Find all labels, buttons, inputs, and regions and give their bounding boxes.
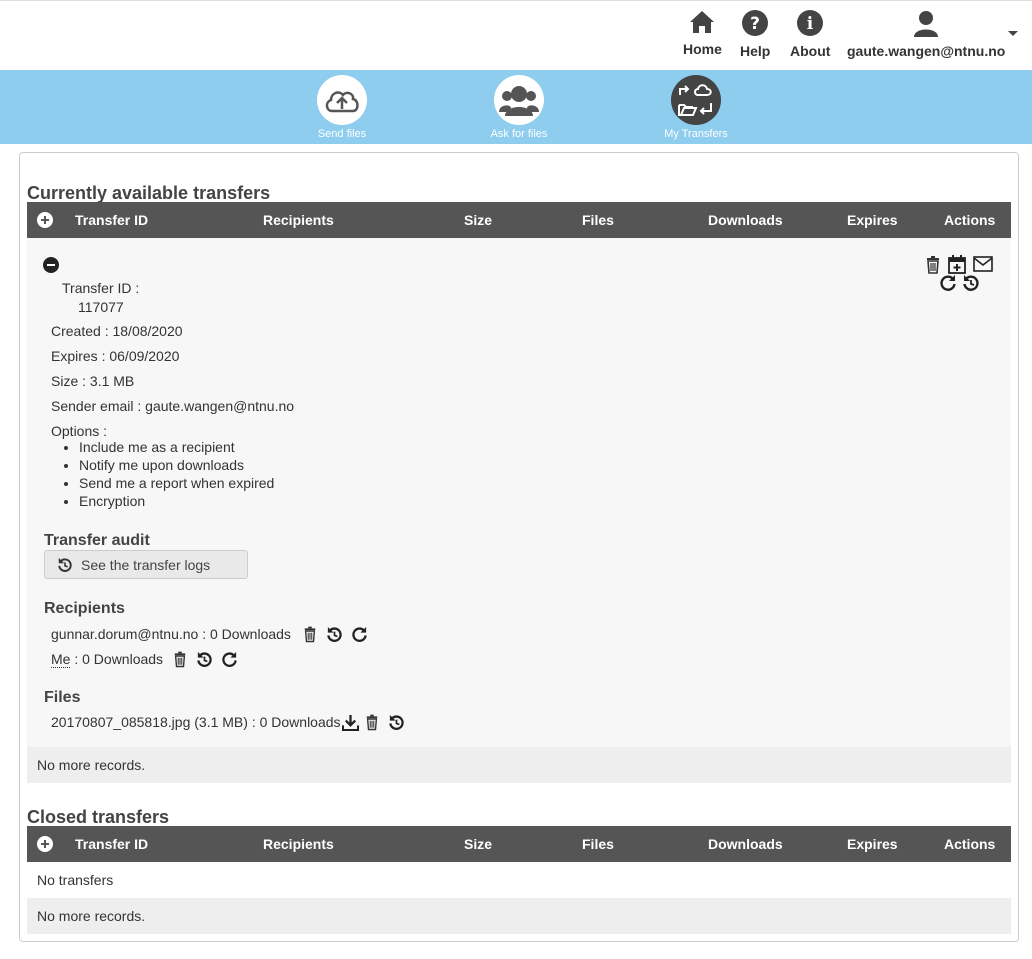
col-downloads[interactable]: Downloads <box>708 836 783 852</box>
info-icon: i <box>797 10 824 36</box>
delete-recipient-icon[interactable] <box>173 651 187 668</box>
history-icon[interactable] <box>388 714 405 731</box>
no-more-records-text: No more records. <box>37 757 146 773</box>
transfer-detail: Transfer ID : 117077 Created : 18/08/202… <box>27 238 1011 748</box>
file-row: 20170807_085818.jpg (3.1 MB) : 0 Downloa… <box>51 714 341 730</box>
col-transfer-id[interactable]: Transfer ID <box>75 212 148 228</box>
delete-transfer-icon[interactable] <box>925 256 941 274</box>
available-transfers-title: Currently available transfers <box>27 183 271 203</box>
user-dropdown-caret-icon[interactable] <box>1008 31 1018 36</box>
list-item: Encryption <box>79 492 274 510</box>
nav-user-label: gaute.wangen@ntnu.no <box>847 43 1006 59</box>
action-bar: Send files Ask for files My Transfers <box>0 70 1032 144</box>
transfer-id-value: 117077 <box>78 299 124 315</box>
resend-icon[interactable] <box>221 651 238 668</box>
options-label: Options : <box>51 423 108 439</box>
expires-date: Expires : 06/09/2020 <box>51 348 180 364</box>
svg-text:?: ? <box>750 14 760 34</box>
recipients-title: Recipients <box>44 600 125 617</box>
send-files-label: Send files <box>317 128 367 140</box>
ask-for-files-button[interactable]: Ask for files <box>459 75 579 140</box>
col-actions: Actions <box>944 212 996 228</box>
list-item: Notify me upon downloads <box>79 456 274 474</box>
send-files-button[interactable]: Send files <box>282 75 402 140</box>
col-size[interactable]: Size <box>464 212 492 228</box>
recipient-email: Me <box>51 651 71 668</box>
history-icon[interactable] <box>326 626 343 643</box>
recipient-row: gunnar.dorum@ntnu.no : 0 Downloads <box>51 626 291 642</box>
col-files[interactable]: Files <box>582 212 614 228</box>
files-title: Files <box>44 689 81 706</box>
see-transfer-logs-label: See the transfer logs <box>81 556 211 573</box>
transfer-audit-title: Transfer audit <box>44 532 150 549</box>
col-size[interactable]: Size <box>464 836 492 852</box>
transfer-size: Size : 3.1 MB <box>51 373 135 389</box>
recipient-email: gunnar.dorum@ntnu.no <box>51 626 199 642</box>
recipient-downloads: : 0 Downloads <box>70 651 164 667</box>
send-files-circle <box>317 75 367 125</box>
col-expires[interactable]: Expires <box>847 212 898 228</box>
recipient-downloads: : 0 Downloads <box>198 626 291 642</box>
nav-help[interactable]: ? Help <box>740 9 770 59</box>
no-transfers-text: No transfers <box>37 872 114 888</box>
collapse-icon[interactable] <box>43 257 59 273</box>
download-icon[interactable] <box>342 714 359 731</box>
available-no-more-records: No more records. <box>27 747 1011 783</box>
my-transfers-button[interactable]: My Transfers <box>636 75 756 140</box>
delete-recipient-icon[interactable] <box>303 626 317 643</box>
delete-file-icon[interactable] <box>365 714 379 731</box>
extend-expiry-icon[interactable] <box>947 254 967 274</box>
svg-text:i: i <box>807 14 814 34</box>
recipient-row: Me : 0 Downloads <box>51 651 164 668</box>
ask-for-files-circle <box>494 75 544 125</box>
cloud-upload-icon <box>325 91 359 113</box>
col-downloads[interactable]: Downloads <box>708 212 783 228</box>
list-item: Send me a report when expired <box>79 474 274 492</box>
list-item: Include me as a recipient <box>79 438 274 456</box>
col-recipients[interactable]: Recipients <box>263 212 334 228</box>
nav-home[interactable]: Home <box>683 9 722 57</box>
resend-icon[interactable] <box>351 626 368 643</box>
top-navigation: Home ? Help i About gaute.wangen@ntnu.no <box>0 0 1032 71</box>
nav-about[interactable]: i About <box>790 9 830 59</box>
col-files[interactable]: Files <box>582 836 614 852</box>
closed-transfers-title: Closed transfers <box>27 807 170 827</box>
transfers-panel: Currently available transfers Transfer I… <box>19 152 1019 942</box>
expand-all-icon[interactable] <box>37 836 53 852</box>
options-list: Include me as a recipient Notify me upon… <box>61 438 274 510</box>
nav-home-label: Home <box>683 41 722 57</box>
col-expires[interactable]: Expires <box>847 836 898 852</box>
resend-icon[interactable] <box>939 274 957 292</box>
help-icon: ? <box>742 10 769 36</box>
transfer-id-label: Transfer ID : <box>62 280 140 296</box>
closed-table-header: Transfer ID Recipients Size Files Downlo… <box>27 826 1011 862</box>
col-recipients[interactable]: Recipients <box>263 836 334 852</box>
sender-email: Sender email : gaute.wangen@ntnu.no <box>51 398 295 414</box>
user-icon <box>914 11 939 37</box>
created-date: Created : 18/08/2020 <box>51 323 183 339</box>
col-transfer-id[interactable]: Transfer ID <box>75 836 148 852</box>
see-transfer-logs-button[interactable]: See the transfer logs <box>44 550 248 579</box>
closed-no-more-records: No more records. <box>27 898 1011 934</box>
my-transfers-label: My Transfers <box>664 128 728 140</box>
expand-all-icon[interactable] <box>37 212 53 228</box>
transfers-icon <box>678 84 712 116</box>
ask-for-files-label: Ask for files <box>490 128 548 140</box>
history-icon[interactable] <box>196 651 213 668</box>
available-table-header: Transfer ID Recipients Size Files Downlo… <box>27 202 1011 238</box>
col-actions: Actions <box>944 836 996 852</box>
home-icon <box>690 11 715 33</box>
nav-help-label: Help <box>740 43 771 59</box>
my-transfers-circle <box>671 75 721 125</box>
no-more-records-text: No more records. <box>37 908 146 924</box>
history-icon <box>58 557 72 572</box>
users-icon <box>499 86 539 116</box>
nav-user[interactable]: gaute.wangen@ntnu.no <box>847 9 1005 59</box>
email-icon[interactable] <box>973 256 993 272</box>
nav-about-label: About <box>790 43 831 59</box>
history-icon[interactable] <box>962 274 980 292</box>
